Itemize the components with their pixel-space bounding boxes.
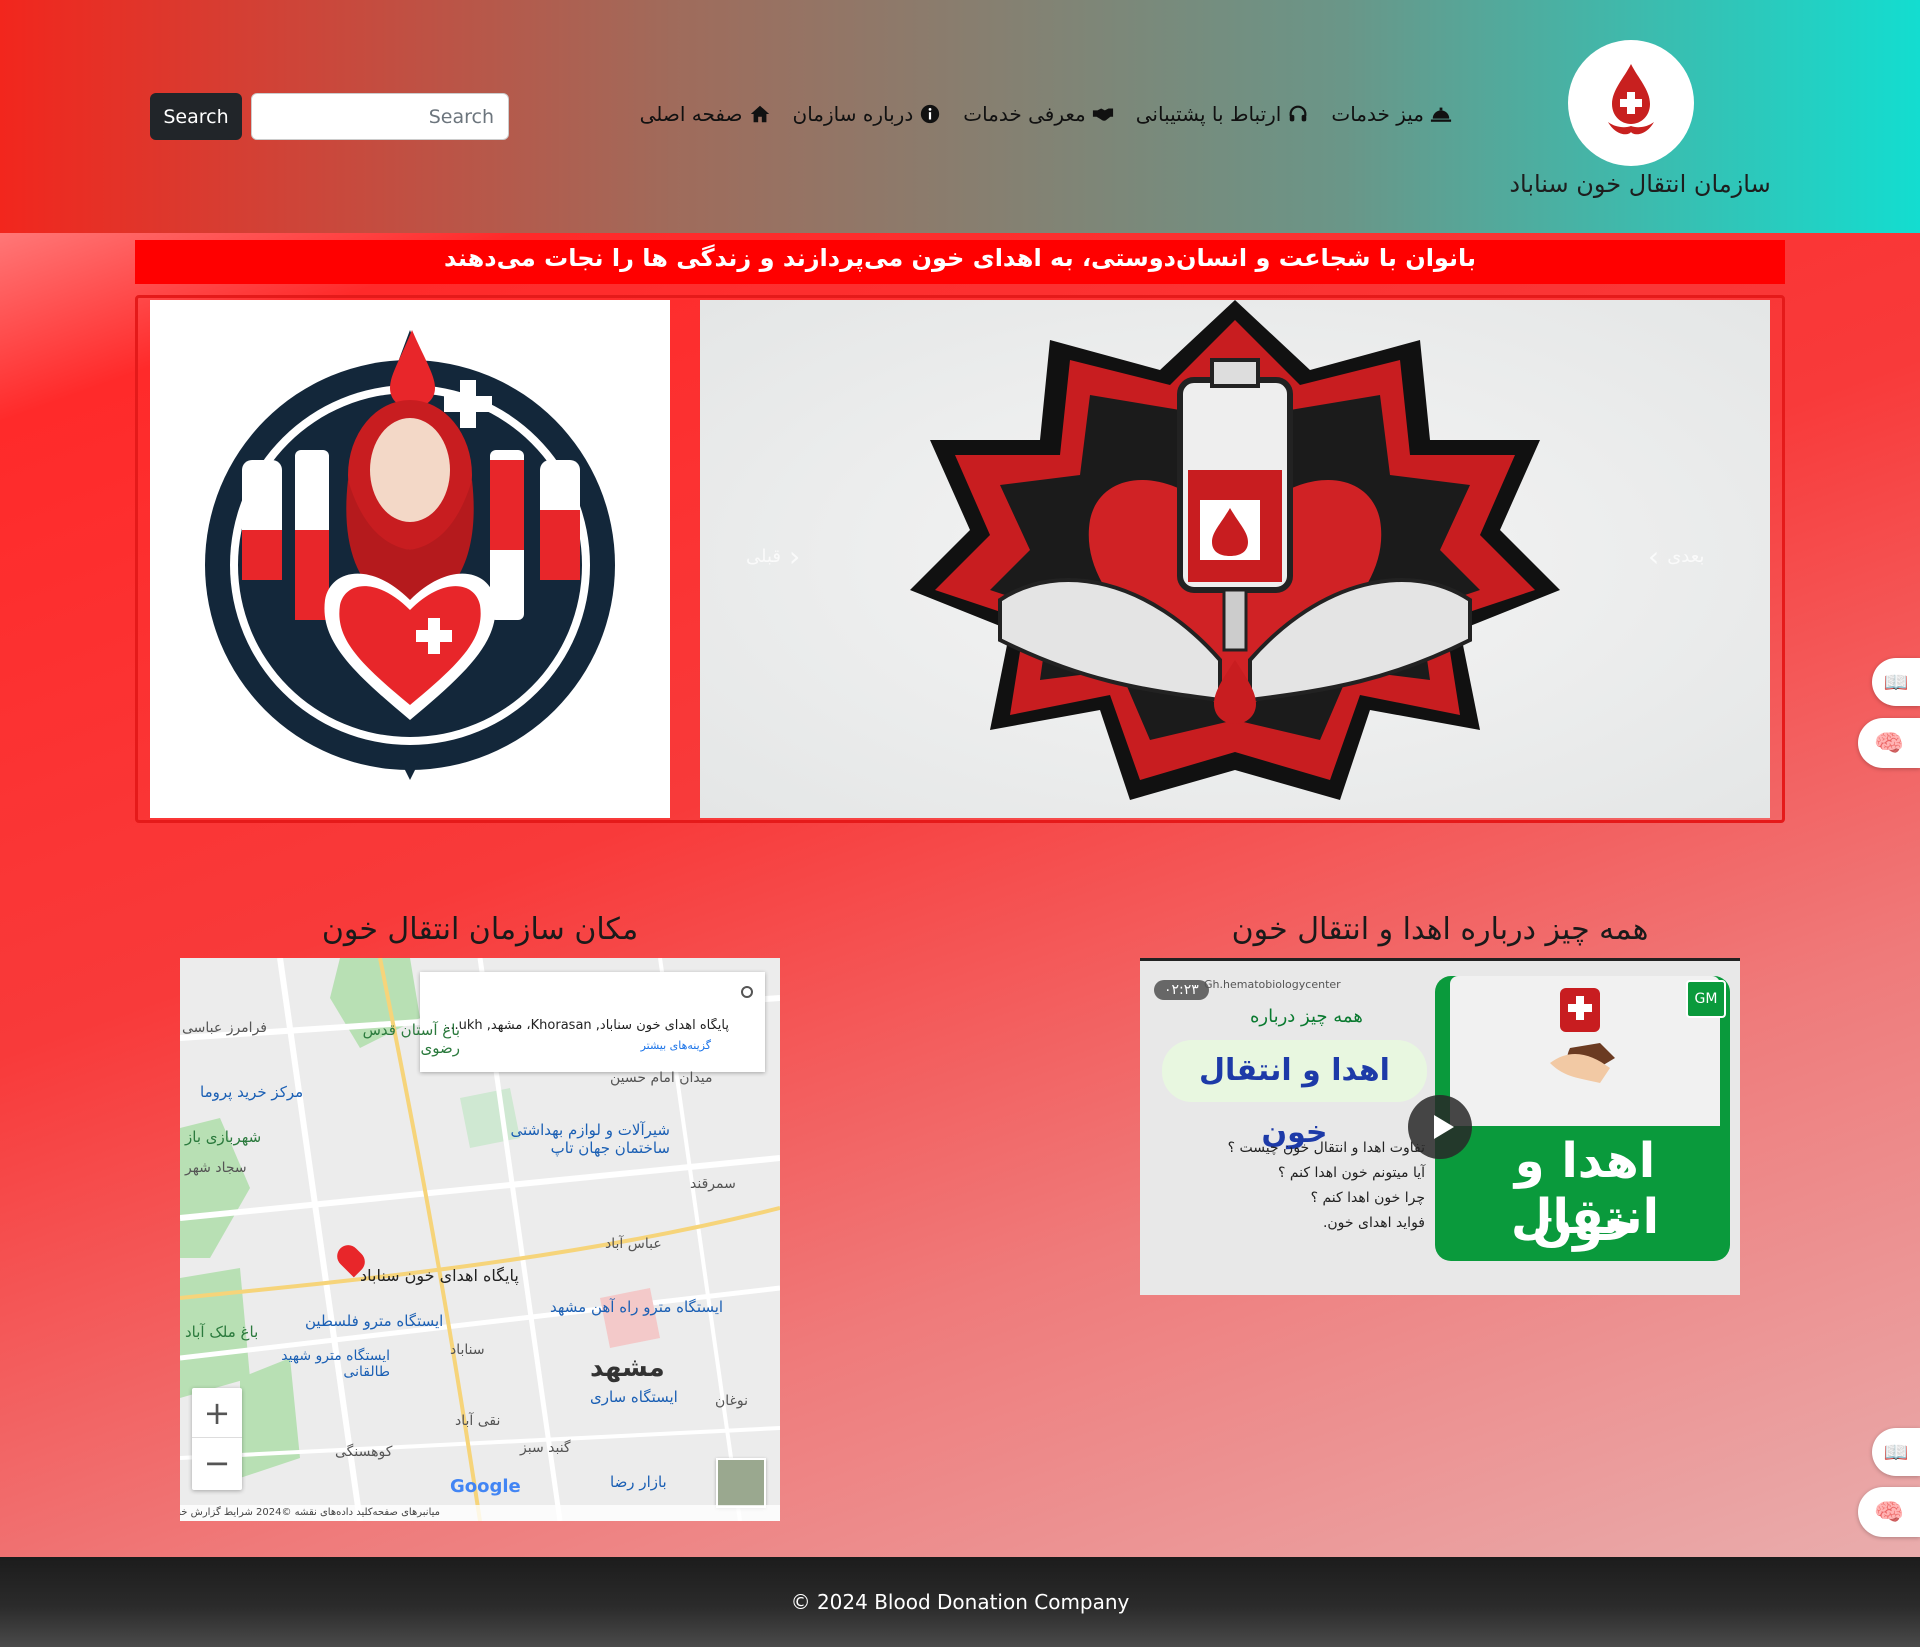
- map-label-imam-hossein: میدان امام حسین: [610, 1070, 713, 1086]
- map-label-metro-palestine: ایستگاه مترو فلسطین: [305, 1312, 444, 1330]
- map-label-mall: مرکز خرید پروما: [200, 1083, 304, 1101]
- chevron-right-icon: ›: [1648, 540, 1660, 573]
- video-badge: GM: [1686, 980, 1726, 1018]
- map-city-label: مشهد: [590, 1353, 665, 1383]
- map-section-title: مکان سازمان انتقال خون: [321, 912, 639, 947]
- video-bullet-3: چرا خون اهدا کنم ؟: [1310, 1190, 1425, 1206]
- map-zoom-control: + −: [192, 1388, 242, 1490]
- video-channel: Gh.hematobiologycenter: [1204, 978, 1341, 991]
- map-label-sanabad: سناباد: [450, 1342, 485, 1358]
- map-label-sajjad-shahr: سجاد شهر: [185, 1160, 247, 1176]
- satellite-toggle[interactable]: [716, 1458, 766, 1508]
- reader-widget[interactable]: 📖: [1872, 658, 1920, 706]
- google-logo: Google: [450, 1476, 521, 1497]
- book-icon: 📖: [1883, 670, 1909, 694]
- map-label-abbas-abad: عباس آباد: [605, 1236, 662, 1252]
- map-place-label[interactable]: پایگاه اهدای خون سناباد: [360, 1266, 519, 1285]
- play-icon: [1434, 1115, 1454, 1139]
- carousel-next-label: بعدی: [1667, 546, 1705, 567]
- video-duration: ۰۲:۲۳: [1154, 980, 1209, 1000]
- info-icon: [921, 104, 940, 124]
- map-footer-text: میانبرهای صفحه‌کلید داده‌های نقشه ©2024 …: [180, 1505, 780, 1521]
- announcement-banner: بانوان با شجاعت و انسان‌دوستی، به اهدای …: [135, 240, 1785, 284]
- brand-name: سازمان انتقال خون سناباد: [1509, 170, 1771, 198]
- site-header: سازمان انتقال خون سناباد صفحه اصلی دربار…: [0, 0, 1920, 233]
- carousel-prev-label: قبلی: [746, 546, 781, 567]
- map-label-bazaar-reza: بازار رضا: [610, 1473, 667, 1491]
- zoom-out-button[interactable]: −: [192, 1438, 242, 1488]
- video-topbar: [1140, 958, 1740, 961]
- search-button[interactable]: Search: [150, 93, 242, 140]
- carousel-next-control[interactable]: بعدی ›: [1648, 540, 1704, 573]
- nav-support[interactable]: ارتباط با پشتیبانی: [1136, 102, 1310, 126]
- video-heading-small: همه چیز درباره: [1250, 1006, 1363, 1027]
- headset-icon: [1289, 105, 1307, 122]
- map-label-garden: باغ آستان قدس رضوی: [362, 1021, 460, 1057]
- map-label-samarghand: سمرقند: [690, 1176, 736, 1192]
- video-player[interactable]: GM ۰۲:۲۳ Gh.hematobiologycenter همه چیز …: [1140, 958, 1740, 1295]
- nav-about-label: درباره سازمان: [792, 102, 914, 126]
- video-bullet-1: تفاوت اهدا و انتقال خون چیست ؟: [1227, 1140, 1425, 1156]
- map-more-options[interactable]: گزینه‌های بیشتر: [434, 1039, 711, 1052]
- map-label-kouhsangi: کوهسنگی: [335, 1444, 393, 1460]
- reader-widget-lower[interactable]: 📖: [1872, 1428, 1920, 1476]
- nav-home[interactable]: صفحه اصلی: [640, 102, 771, 126]
- location-map[interactable]: پایگاه اهدای خون سناباد, Khorasan، مشهد,…: [180, 958, 780, 1521]
- video-bullet-2: آیا میتونم خون اهدا کنم ؟: [1277, 1165, 1425, 1181]
- map-label-naghi-abad: نقی آباد: [455, 1413, 501, 1429]
- ai-widget-lower[interactable]: 🧠: [1858, 1487, 1920, 1537]
- ai-widget[interactable]: 🧠: [1858, 718, 1920, 768]
- chevron-left-icon: ‹: [789, 540, 801, 573]
- blood-bag-icon: [1550, 988, 1615, 1083]
- video-bullet-4: فواید اهدای خون.: [1322, 1215, 1425, 1231]
- nav-service-desk[interactable]: میز خدمات: [1331, 102, 1452, 126]
- zoom-in-button[interactable]: +: [192, 1388, 242, 1438]
- carousel-prev-control[interactable]: ‹ قبلی: [746, 540, 800, 573]
- play-button[interactable]: [1408, 1095, 1472, 1159]
- nav-home-label: صفحه اصلی: [639, 102, 743, 126]
- home-icon: [750, 105, 769, 123]
- main-nav: صفحه اصلی درباره سازمان معرفی خدمات ارتب…: [640, 102, 1452, 126]
- nav-about[interactable]: درباره سازمان: [793, 102, 942, 126]
- video-bullets: تفاوت اهدا و انتقال خون چیست ؟ آیا میتون…: [1180, 1136, 1425, 1236]
- nav-service-desk-label: میز خدمات: [1331, 102, 1424, 126]
- map-label-malek-abad: باغ ملک آباد: [185, 1323, 259, 1341]
- nav-services-label: معرفی خدمات: [963, 102, 1086, 126]
- map-label-park: شهربازی باز: [185, 1128, 262, 1146]
- map-label-gonbad-sabz: گنبد سبز: [520, 1440, 571, 1456]
- map-label-faramarz: فرامرز عباسی: [182, 1020, 267, 1036]
- map-label-store: شیرآلات و لوازم بهداشتی ساختمان جهان تاپ: [510, 1121, 670, 1157]
- handshake-icon: [1092, 108, 1113, 121]
- video-panel-text-2: خون: [1532, 1196, 1638, 1252]
- blood-drop-hands-icon: [1608, 64, 1654, 135]
- video-heading-big: اهدا و انتقال خون: [1162, 1040, 1427, 1150]
- brand-logo[interactable]: [1568, 40, 1694, 166]
- map-address-line: پایگاه اهدای خون سناباد, Khorasan، مشهد,…: [446, 1018, 729, 1033]
- map-label-noghan: نوغان: [715, 1393, 748, 1409]
- search-input[interactable]: [251, 93, 509, 140]
- book-icon: 📖: [1883, 1440, 1909, 1464]
- service-bell-icon: [1430, 107, 1452, 122]
- footer-copyright: © 2024 Blood Donation Company: [790, 1590, 1130, 1614]
- nav-support-label: ارتباط با پشتیبانی: [1135, 102, 1282, 126]
- site-footer: © 2024 Blood Donation Company: [0, 1557, 1920, 1647]
- nav-services[interactable]: معرفی خدمات: [963, 102, 1113, 126]
- video-section-title: همه چیز درباره اهدا و انتقال خون: [1231, 912, 1649, 947]
- map-origin-icon: [741, 986, 753, 998]
- brain-icon: 🧠: [1874, 729, 1904, 757]
- map-info-card: پایگاه اهدای خون سناباد, Khorasan، مشهد,…: [420, 972, 765, 1072]
- map-label-metro-railway: ایستگاه مترو راه آهن مشهد: [550, 1298, 724, 1316]
- brain-icon: 🧠: [1874, 1498, 1904, 1526]
- map-label-metro-taleghani: ایستگاه مترو شهید طالقانی: [281, 1348, 390, 1380]
- blood-bag-hands-mandala-image: [700, 300, 1770, 818]
- map-label-sari: ایستگاه ساری: [590, 1388, 678, 1406]
- hijab-donor-emblem-image: [150, 300, 670, 818]
